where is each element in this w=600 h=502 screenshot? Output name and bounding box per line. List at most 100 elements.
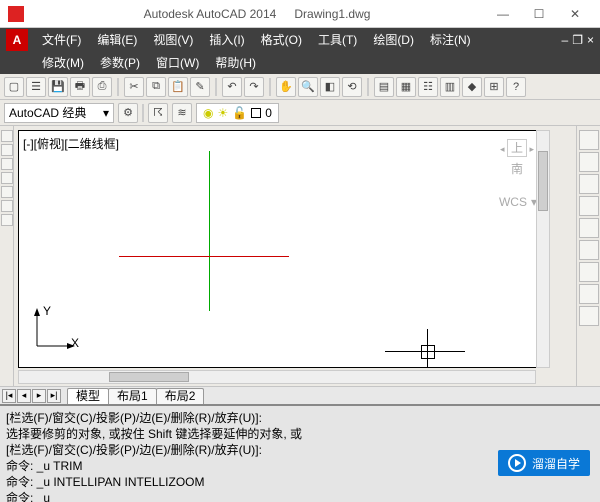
undo-icon[interactable]: ↶ — [222, 77, 242, 97]
mdi-minimize-button[interactable]: ‒ — [562, 33, 569, 47]
wcs-indicator[interactable]: WCS ▾ — [499, 195, 537, 209]
mdi-restore-button[interactable]: ❐ — [572, 33, 583, 47]
viewport-label[interactable]: [-][俯视][二维线框] — [23, 135, 119, 152]
standard-toolbar: ▢ ☰ 💾 🖶 ⎙ ✂ ⧉ 📋 ✎ ↶ ↷ ✋ 🔍 ◧ ⟲ ▤ ▦ ☷ ▥ ◆ … — [0, 74, 600, 100]
menu-insert[interactable]: 插入(I) — [201, 28, 252, 52]
menu-dimension[interactable]: 标注(N) — [422, 28, 479, 52]
window-title: Autodesk AutoCAD 2014 Drawing1.dwg — [28, 6, 486, 21]
layer-name: 0 — [265, 106, 272, 120]
ucs-y-label: Y — [43, 304, 51, 318]
paste-icon[interactable]: 📋 — [168, 77, 188, 97]
layer-state-icon[interactable]: ≋ — [172, 103, 192, 123]
rectangle-tool-icon[interactable] — [1, 186, 13, 198]
drawing-canvas[interactable]: [-][俯视][二维线框] Y X ◂ 上 ▸ 南 WCS ▾ — [18, 130, 546, 368]
menu-modify[interactable]: 修改(M) — [34, 52, 92, 74]
print-icon[interactable]: 🖶 — [70, 77, 90, 97]
move-tool-icon[interactable] — [579, 240, 599, 260]
zoom-prev-icon[interactable]: ⟲ — [342, 77, 362, 97]
save-icon[interactable]: 💾 — [48, 77, 68, 97]
mdi-close-button[interactable]: × — [587, 33, 594, 47]
scrollbar-thumb[interactable] — [109, 372, 189, 382]
plot-preview-icon[interactable]: ⎙ — [92, 77, 112, 97]
mirror-tool-icon[interactable] — [579, 174, 599, 194]
window-maximize-button[interactable]: ☐ — [522, 4, 556, 24]
menu-window[interactable]: 窗口(W) — [148, 52, 207, 74]
wcs-label: WCS — [499, 195, 527, 209]
copy-tool-icon[interactable] — [579, 152, 599, 172]
menu-format[interactable]: 格式(O) — [253, 28, 310, 52]
drawn-line-horizontal — [119, 256, 289, 257]
hatch-tool-icon[interactable] — [1, 200, 13, 212]
window-minimize-button[interactable]: — — [486, 4, 520, 24]
sun-icon: ☀ — [217, 106, 228, 120]
properties-icon[interactable]: ▤ — [374, 77, 394, 97]
pan-icon[interactable]: ✋ — [276, 77, 296, 97]
ucs-icon: Y X — [27, 306, 77, 359]
toolpalette-icon[interactable]: ☷ — [418, 77, 438, 97]
array-tool-icon[interactable] — [579, 218, 599, 238]
line-tool-icon[interactable] — [1, 130, 13, 142]
offset-tool-icon[interactable] — [579, 196, 599, 216]
erase-tool-icon[interactable] — [579, 130, 599, 150]
new-icon[interactable]: ▢ — [4, 77, 24, 97]
redo-icon[interactable]: ↷ — [244, 77, 264, 97]
watermark-text: 溜溜自学 — [532, 455, 580, 472]
work-area: [-][俯视][二维线框] Y X ◂ 上 ▸ 南 WCS ▾ — [0, 126, 600, 386]
designcenter-icon[interactable]: ▦ — [396, 77, 416, 97]
layer-color-swatch — [251, 108, 261, 118]
layer-dropdown[interactable]: ◉ ☀ 🔓 0 — [196, 103, 279, 123]
tab-first-icon[interactable]: |◂ — [2, 389, 16, 403]
menu-file[interactable]: 文件(F) — [34, 28, 89, 52]
vertical-scrollbar[interactable] — [536, 130, 550, 368]
scrollbar-thumb[interactable] — [538, 151, 548, 211]
chevron-down-icon: ▾ — [103, 106, 109, 120]
toolbar-separator — [117, 78, 119, 96]
menu-view[interactable]: 视图(V) — [145, 28, 201, 52]
menu-draw[interactable]: 绘图(D) — [365, 28, 422, 52]
help-icon[interactable]: ? — [506, 77, 526, 97]
doc-name: Drawing1.dwg — [294, 7, 370, 21]
circle-tool-icon[interactable] — [1, 158, 13, 170]
window-close-button[interactable]: ✕ — [558, 4, 592, 24]
open-icon[interactable]: ☰ — [26, 77, 46, 97]
workspace-label: AutoCAD 经典 — [9, 104, 86, 121]
match-icon[interactable]: ✎ — [190, 77, 210, 97]
autocad-logo-icon[interactable]: A — [6, 29, 28, 51]
cmd-line: 选择要修剪的对象, 或按住 Shift 键选择要延伸的对象, 或 — [6, 426, 594, 442]
layer-manager-icon[interactable]: ☈ — [148, 103, 168, 123]
viewcube[interactable]: ◂ 上 ▸ 南 — [495, 139, 539, 177]
calc-icon[interactable]: ⊞ — [484, 77, 504, 97]
horizontal-scrollbar[interactable] — [18, 370, 536, 384]
zoom-window-icon[interactable]: ◧ — [320, 77, 340, 97]
sheetset-icon[interactable]: ▥ — [440, 77, 460, 97]
arc-tool-icon[interactable] — [1, 172, 13, 184]
markup-icon[interactable]: ◆ — [462, 77, 482, 97]
scale-tool-icon[interactable] — [579, 284, 599, 304]
workspace-selector[interactable]: AutoCAD 经典 ▾ — [4, 103, 114, 123]
cut-icon[interactable]: ✂ — [124, 77, 144, 97]
rotate-tool-icon[interactable] — [579, 262, 599, 282]
tab-last-icon[interactable]: ▸| — [47, 389, 61, 403]
zoom-icon[interactable]: 🔍 — [298, 77, 318, 97]
copy-icon[interactable]: ⧉ — [146, 77, 166, 97]
tab-layout1[interactable]: 布局1 — [108, 388, 157, 404]
menu-edit[interactable]: 编辑(E) — [89, 28, 145, 52]
menu-bar: A 文件(F) 编辑(E) 视图(V) 插入(I) 格式(O) 工具(T) 绘图… — [0, 28, 600, 52]
viewcube-face: 上 — [507, 139, 527, 157]
menu-help[interactable]: 帮助(H) — [207, 52, 264, 74]
tab-prev-icon[interactable]: ◂ — [17, 389, 31, 403]
polyline-tool-icon[interactable] — [1, 144, 13, 156]
tab-next-icon[interactable]: ▸ — [32, 389, 46, 403]
workspace-settings-icon[interactable]: ⚙ — [118, 103, 138, 123]
menu-tools[interactable]: 工具(T) — [310, 28, 365, 52]
tab-layout2[interactable]: 布局2 — [156, 388, 205, 404]
trim-tool-icon[interactable] — [579, 306, 599, 326]
cmd-line: 命令: _u INTELLIPAN INTELLIZOOM — [6, 474, 594, 490]
canvas-container: [-][俯视][二维线框] Y X ◂ 上 ▸ 南 WCS ▾ — [14, 126, 576, 386]
watermark-badge: 溜溜自学 — [498, 450, 590, 476]
tab-model[interactable]: 模型 — [67, 388, 109, 404]
lock-icon: 🔓 — [232, 106, 247, 120]
tab-nav: |◂ ◂ ▸ ▸| — [2, 389, 61, 403]
menu-parametric[interactable]: 参数(P) — [92, 52, 148, 74]
text-tool-icon[interactable] — [1, 214, 13, 226]
